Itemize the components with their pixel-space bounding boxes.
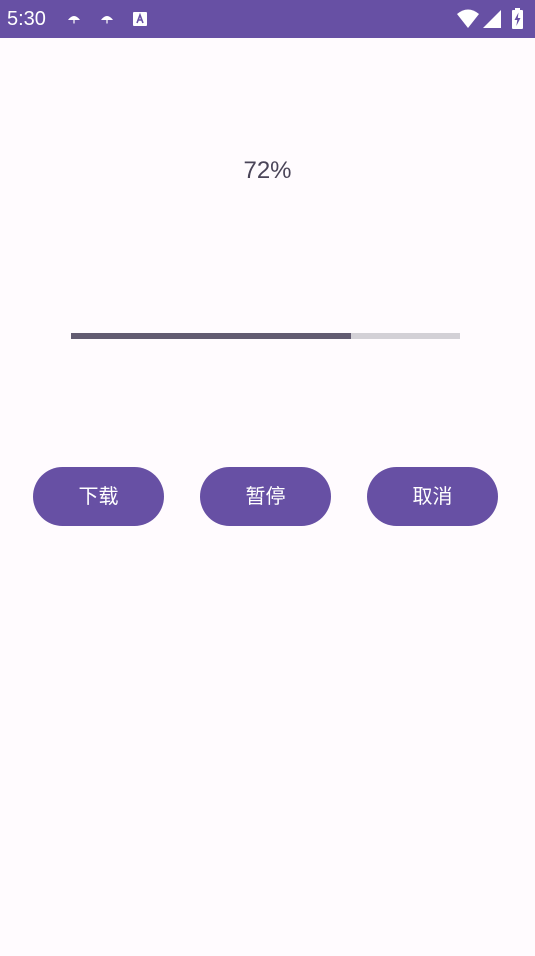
cell-signal-icon (482, 9, 502, 29)
font-a-icon (132, 11, 148, 27)
umbrella-icon (99, 11, 115, 27)
status-bar: 5:30 (0, 0, 535, 38)
progress-bar (71, 333, 460, 339)
download-button[interactable]: 下载 (33, 467, 164, 526)
progress-percentage-text: 72% (243, 157, 292, 184)
progress-bar-fill (71, 333, 352, 339)
battery-charging-icon (511, 8, 524, 30)
wifi-icon (456, 9, 480, 29)
status-time: 5:30 (7, 8, 46, 30)
cancel-button[interactable]: 取消 (367, 467, 498, 526)
umbrella-icon (66, 11, 82, 27)
pause-button[interactable]: 暂停 (200, 467, 331, 526)
app-screen: 5:30 72% 下载 暂停 取消 (0, 0, 535, 956)
